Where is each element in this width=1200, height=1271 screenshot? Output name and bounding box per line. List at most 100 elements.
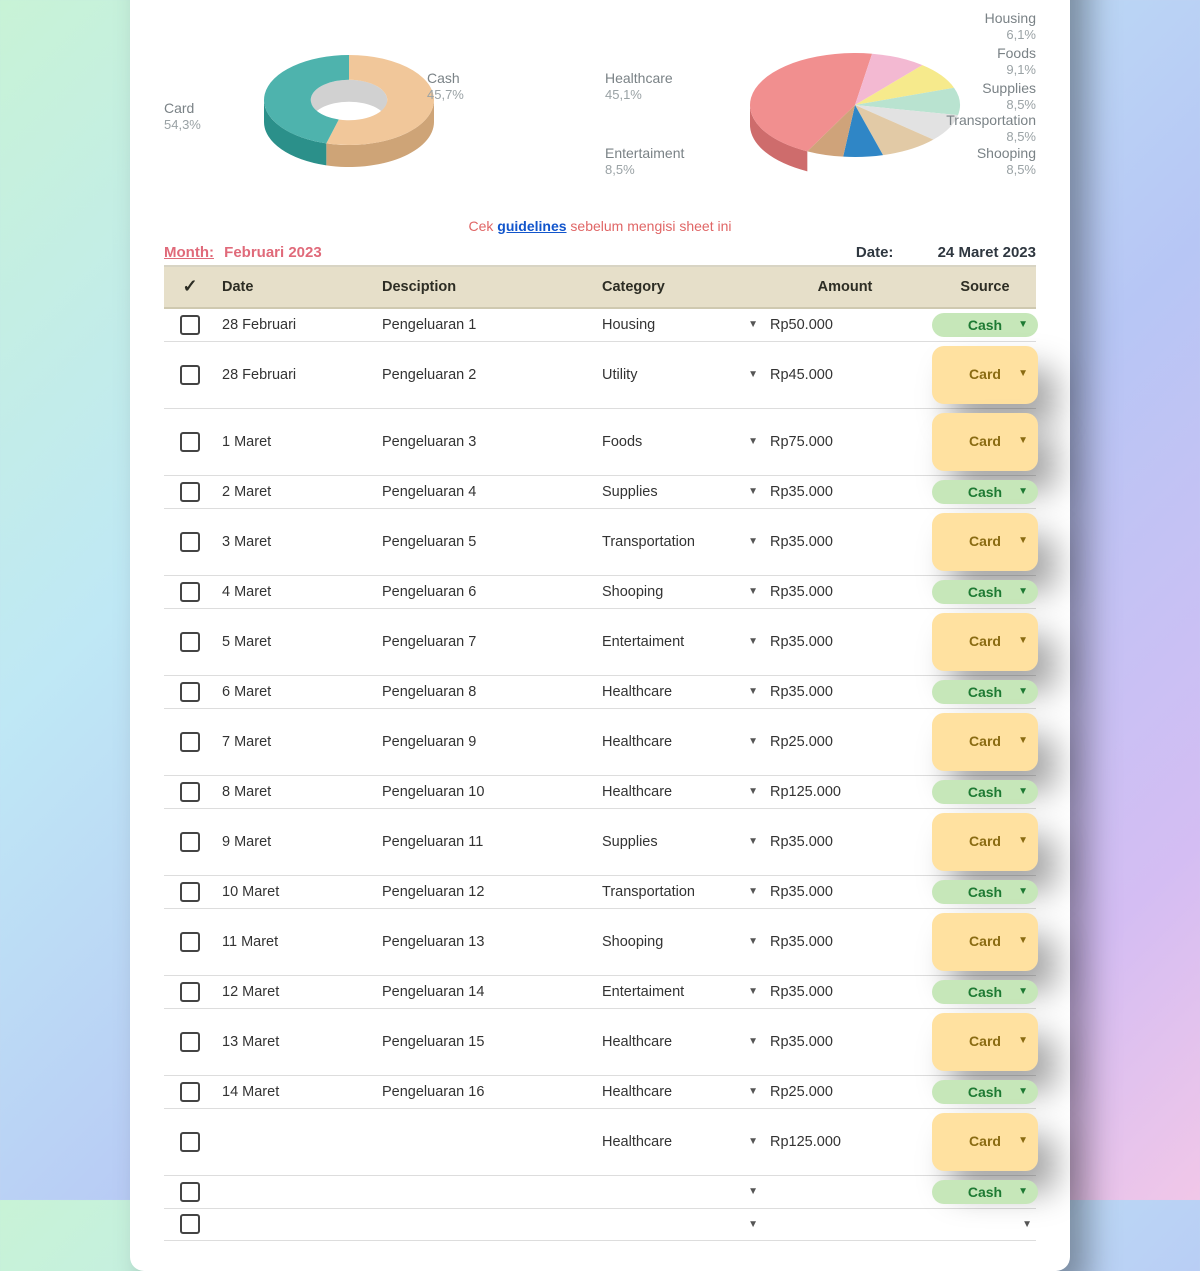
row-checkbox[interactable]	[180, 832, 200, 852]
row-checkbox[interactable]	[180, 782, 200, 802]
source-pill[interactable]: Cash▼	[932, 580, 1038, 604]
cell-category[interactable]: Shooping▼	[596, 580, 766, 604]
row-checkbox[interactable]	[180, 1132, 200, 1152]
month-value[interactable]: Februari 2023	[224, 244, 322, 261]
row-checkbox[interactable]	[180, 1182, 200, 1202]
cell-description[interactable]: Pengeluaran 2	[376, 363, 596, 387]
chevron-down-icon[interactable]: ▼	[748, 686, 758, 697]
cell-amount[interactable]: Rp45.000	[766, 363, 926, 387]
source-pill[interactable]: Cash▼	[932, 313, 1038, 337]
cell-date[interactable]: 12 Maret	[216, 980, 376, 1004]
cell-amount[interactable]: Rp25.000	[766, 1080, 926, 1104]
cell-amount[interactable]: Rp25.000	[766, 730, 926, 754]
source-pill[interactable]: Cash▼	[932, 1080, 1038, 1104]
cell-date[interactable]: 9 Maret	[216, 830, 376, 854]
cell-amount[interactable]: Rp125.000	[766, 780, 926, 804]
cell-category[interactable]: Healthcare▼	[596, 730, 766, 754]
chevron-down-icon[interactable]: ▼	[748, 1219, 758, 1230]
cell-description[interactable]: Pengeluaran 4	[376, 480, 596, 504]
cell-description[interactable]: Pengeluaran 6	[376, 580, 596, 604]
chevron-down-icon[interactable]: ▼	[748, 486, 758, 497]
source-pill[interactable]: Card▼	[932, 413, 1038, 471]
cell-amount[interactable]	[766, 1188, 926, 1196]
source-pill[interactable]: Card▼	[932, 1113, 1038, 1171]
cell-date[interactable]: 7 Maret	[216, 730, 376, 754]
row-checkbox[interactable]	[180, 432, 200, 452]
cell-date[interactable]	[216, 1138, 376, 1146]
cell-category[interactable]: Healthcare▼	[596, 1030, 766, 1054]
cell-description[interactable]: Pengeluaran 13	[376, 930, 596, 954]
source-pill[interactable]: Cash▼	[932, 880, 1038, 904]
source-pill[interactable]: Card▼	[932, 713, 1038, 771]
chevron-down-icon[interactable]: ▼	[748, 986, 758, 997]
cell-date[interactable]	[216, 1188, 376, 1196]
cell-amount[interactable]	[766, 1220, 926, 1228]
cell-date[interactable]: 10 Maret	[216, 880, 376, 904]
cell-date[interactable]: 28 Februari	[216, 313, 376, 337]
cell-date[interactable]	[216, 1220, 376, 1228]
cell-date[interactable]: 3 Maret	[216, 530, 376, 554]
guidelines-link[interactable]: guidelines	[497, 218, 566, 234]
cell-category[interactable]: Supplies▼	[596, 830, 766, 854]
source-pill[interactable]: Cash▼	[932, 980, 1038, 1004]
cell-amount[interactable]: Rp50.000	[766, 313, 926, 337]
cell-description[interactable]: Pengeluaran 12	[376, 880, 596, 904]
row-checkbox[interactable]	[180, 1082, 200, 1102]
cell-category[interactable]: Utility▼	[596, 363, 766, 387]
cell-amount[interactable]: Rp35.000	[766, 1030, 926, 1054]
cell-date[interactable]: 13 Maret	[216, 1030, 376, 1054]
row-checkbox[interactable]	[180, 682, 200, 702]
cell-amount[interactable]: Rp35.000	[766, 630, 926, 654]
cell-date[interactable]: 4 Maret	[216, 580, 376, 604]
chevron-down-icon[interactable]: ▼	[748, 636, 758, 647]
source-pill[interactable]: Card▼	[932, 346, 1038, 404]
cell-category[interactable]: Shooping▼	[596, 930, 766, 954]
cell-amount[interactable]: Rp35.000	[766, 880, 926, 904]
cell-amount[interactable]: Rp35.000	[766, 480, 926, 504]
cell-amount[interactable]: Rp35.000	[766, 930, 926, 954]
chevron-down-icon[interactable]: ▼	[748, 369, 758, 380]
row-checkbox[interactable]	[180, 982, 200, 1002]
cell-description[interactable]: Pengeluaran 7	[376, 630, 596, 654]
chevron-down-icon[interactable]: ▼	[748, 436, 758, 447]
cell-description[interactable]: Pengeluaran 10	[376, 780, 596, 804]
chevron-down-icon[interactable]: ▼	[748, 936, 758, 947]
cell-category[interactable]: Foods▼	[596, 430, 766, 454]
chevron-down-icon[interactable]: ▼	[748, 1186, 758, 1197]
row-checkbox[interactable]	[180, 632, 200, 652]
cell-description[interactable]: Pengeluaran 5	[376, 530, 596, 554]
cell-description[interactable]: Pengeluaran 3	[376, 430, 596, 454]
chevron-down-icon[interactable]: ▼	[748, 836, 758, 847]
row-checkbox[interactable]	[180, 882, 200, 902]
cell-date[interactable]: 6 Maret	[216, 680, 376, 704]
row-checkbox[interactable]	[180, 732, 200, 752]
chevron-down-icon[interactable]: ▼	[748, 786, 758, 797]
row-checkbox[interactable]	[180, 1032, 200, 1052]
cell-category[interactable]: Healthcare▼	[596, 1080, 766, 1104]
cell-category[interactable]: Transportation▼	[596, 530, 766, 554]
cell-date[interactable]: 8 Maret	[216, 780, 376, 804]
cell-description[interactable]: Pengeluaran 11	[376, 830, 596, 854]
chevron-down-icon[interactable]: ▼	[748, 1136, 758, 1147]
source-pill[interactable]: Card▼	[932, 913, 1038, 971]
cell-description[interactable]: Pengeluaran 15	[376, 1030, 596, 1054]
cell-description[interactable]	[376, 1138, 596, 1146]
cell-description[interactable]: Pengeluaran 16	[376, 1080, 596, 1104]
chevron-down-icon[interactable]: ▼	[748, 1036, 758, 1047]
cell-category[interactable]: Transportation▼	[596, 880, 766, 904]
row-checkbox[interactable]	[180, 315, 200, 335]
cell-date[interactable]: 1 Maret	[216, 430, 376, 454]
chevron-down-icon[interactable]: ▼	[748, 886, 758, 897]
cell-date[interactable]: 28 Februari	[216, 363, 376, 387]
row-checkbox[interactable]	[180, 532, 200, 552]
row-checkbox[interactable]	[180, 482, 200, 502]
cell-date[interactable]: 2 Maret	[216, 480, 376, 504]
cell-amount[interactable]: Rp35.000	[766, 580, 926, 604]
row-checkbox[interactable]	[180, 1214, 200, 1234]
source-pill[interactable]: Card▼	[932, 1013, 1038, 1071]
chevron-down-icon[interactable]: ▼	[748, 319, 758, 330]
cell-description[interactable]: Pengeluaran 14	[376, 980, 596, 1004]
cell-amount[interactable]: Rp75.000	[766, 430, 926, 454]
cell-category[interactable]: Healthcare▼	[596, 780, 766, 804]
cell-amount[interactable]: Rp35.000	[766, 530, 926, 554]
